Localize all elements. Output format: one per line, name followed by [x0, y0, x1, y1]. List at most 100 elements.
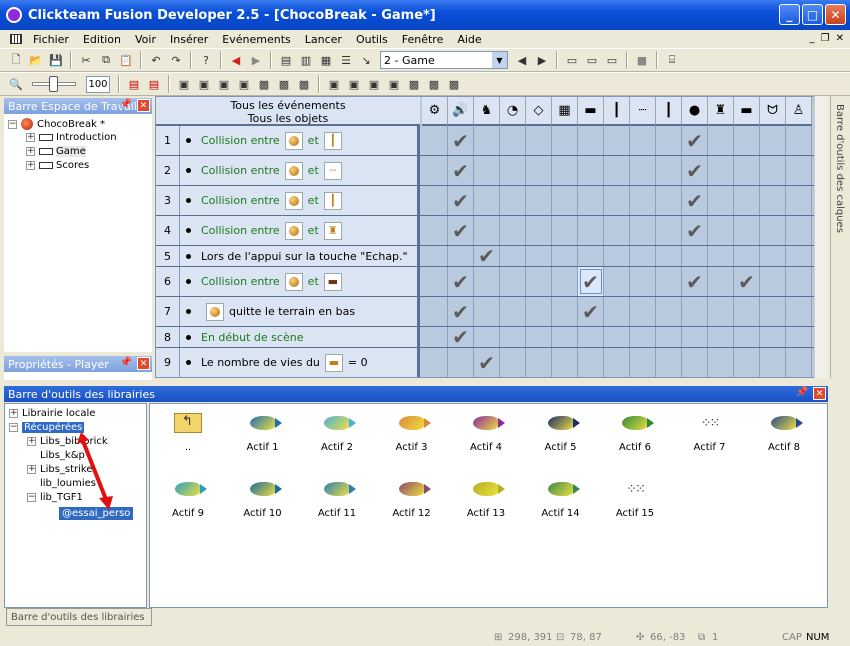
action-cell[interactable]	[422, 186, 448, 215]
action-cell[interactable]	[786, 267, 812, 296]
action-cell[interactable]	[500, 327, 526, 347]
timer-icon[interactable]: ◔	[500, 97, 526, 126]
action-cell[interactable]	[552, 186, 578, 215]
close-button[interactable]: ✕	[825, 4, 846, 25]
pin-icon[interactable]: 📌	[796, 387, 808, 398]
action-cell[interactable]: ✔	[474, 348, 500, 377]
menu-fichier[interactable]: Fichier	[26, 33, 76, 46]
lives-icon[interactable]: ᗢ	[760, 97, 786, 126]
action-cell[interactable]	[734, 348, 760, 377]
expand-icon[interactable]: +	[26, 161, 35, 170]
event-number[interactable]: 2	[156, 156, 180, 185]
app-icon[interactable]	[6, 7, 22, 23]
event-number[interactable]: 6	[156, 267, 180, 296]
action-cell[interactable]	[734, 327, 760, 347]
tree-frame-scores[interactable]: + Scores	[26, 160, 89, 171]
action-cell[interactable]	[630, 186, 656, 215]
sound-icon[interactable]: 🔊	[448, 97, 474, 126]
action-cell[interactable]	[708, 267, 734, 296]
tree-frame-introduction[interactable]: + Introduction	[26, 132, 117, 143]
action-cell[interactable]	[630, 327, 656, 347]
action-cell[interactable]	[630, 126, 656, 155]
chess-icon[interactable]: ♞	[474, 97, 500, 126]
action-cell[interactable]	[760, 186, 786, 215]
event-number[interactable]: 4	[156, 216, 180, 245]
collapse-icon[interactable]: −	[27, 493, 36, 502]
undo-icon[interactable]: ↶	[148, 52, 164, 68]
action-cell[interactable]	[474, 216, 500, 245]
checker5-icon[interactable]: ▩	[426, 76, 442, 92]
run-frame-icon[interactable]: ▭	[584, 52, 600, 68]
library-item[interactable]: Actif 9	[150, 476, 226, 519]
action-cell[interactable]	[760, 156, 786, 185]
library-item[interactable]: Actif 11	[299, 476, 375, 519]
event-editor-icon[interactable]: ▦	[318, 52, 334, 68]
action-cell[interactable]: ✔	[682, 216, 708, 245]
action-cell[interactable]	[734, 156, 760, 185]
action-cell[interactable]	[578, 246, 604, 266]
action-cell[interactable]	[578, 126, 604, 155]
action-cell[interactable]: ✔	[578, 297, 604, 326]
forward-icon[interactable]: ▶	[248, 52, 264, 68]
action-cell[interactable]	[500, 348, 526, 377]
action-cell[interactable]	[526, 297, 552, 326]
expand-icon[interactable]: +	[26, 147, 35, 156]
back-icon[interactable]: ◀	[228, 52, 244, 68]
save-icon[interactable]: 💾	[48, 52, 64, 68]
event-condition[interactable]: Le nombre de vies du ▬ = 0	[180, 348, 420, 377]
action-cell[interactable]	[578, 327, 604, 347]
action-cell[interactable]	[656, 246, 682, 266]
action-cell[interactable]	[422, 216, 448, 245]
action-cell[interactable]	[526, 246, 552, 266]
player-icon[interactable]: ♙	[786, 97, 812, 126]
document-menu-icon[interactable]	[10, 34, 22, 44]
expand-icon[interactable]: +	[27, 465, 36, 474]
tree-root[interactable]: − ChocoBreak *	[8, 118, 105, 130]
frame-editor-icon[interactable]: ▥	[298, 52, 314, 68]
diamond-icon[interactable]: ◇	[526, 97, 552, 126]
action-cell[interactable]: ✔	[448, 327, 474, 347]
zoom-icon[interactable]: 🔍	[8, 76, 24, 92]
action-cell[interactable]	[682, 246, 708, 266]
action-cell[interactable]: ✔	[448, 267, 474, 296]
action-cell[interactable]	[422, 348, 448, 377]
paste-icon[interactable]: 📋	[118, 52, 134, 68]
zoom-slider[interactable]	[32, 76, 76, 92]
bat-icon[interactable]: ▬	[578, 97, 604, 126]
event-row[interactable]: 3 Collision entre et ┃ ✔ ✔	[156, 186, 827, 216]
frame-select[interactable]: 2 - Game ▼	[380, 51, 508, 69]
action-cell[interactable]	[552, 348, 578, 377]
action-cell[interactable]	[708, 297, 734, 326]
action-cell[interactable]: ✔	[682, 186, 708, 215]
action-cell[interactable]	[656, 348, 682, 377]
action-cell[interactable]	[474, 267, 500, 296]
event-row[interactable]: 2 Collision entre et ┈ ✔ ✔	[156, 156, 827, 186]
menu-inserer[interactable]: Insérer	[163, 33, 215, 46]
all-events-label[interactable]: Tous les événements	[156, 99, 420, 112]
library-toolbar-tab[interactable]: Barre d'outils des librairies	[6, 608, 152, 626]
library-recuperees[interactable]: − Récupérées	[9, 422, 85, 433]
library-item[interactable]: Actif 6	[597, 410, 673, 453]
pin-icon[interactable]: 📌	[120, 99, 132, 110]
action-cell[interactable]	[656, 126, 682, 155]
action-cell[interactable]	[786, 126, 812, 155]
action-cell[interactable]	[760, 267, 786, 296]
action-cell[interactable]	[708, 186, 734, 215]
action-cell[interactable]	[552, 297, 578, 326]
gear-icon[interactable]: ⚙	[422, 97, 448, 126]
event-row[interactable]: 1 Collision entre et ┃ ✔ ✔	[156, 126, 827, 156]
action-cell[interactable]: ✔	[474, 246, 500, 266]
action-cell[interactable]	[552, 327, 578, 347]
action-cell[interactable]	[760, 348, 786, 377]
action-cell[interactable]	[500, 186, 526, 215]
library-item[interactable]: Actif 14	[523, 476, 599, 519]
action-cell[interactable]	[578, 348, 604, 377]
object-tool2-icon[interactable]: ▣	[346, 76, 362, 92]
action-cell[interactable]	[656, 216, 682, 245]
action-cell[interactable]	[630, 216, 656, 245]
checker4-icon[interactable]: ▩	[406, 76, 422, 92]
run-app-icon[interactable]: ▭	[564, 52, 580, 68]
action-cell[interactable]	[656, 267, 682, 296]
menu-edition[interactable]: Edition	[76, 33, 128, 46]
action-cell[interactable]	[474, 126, 500, 155]
